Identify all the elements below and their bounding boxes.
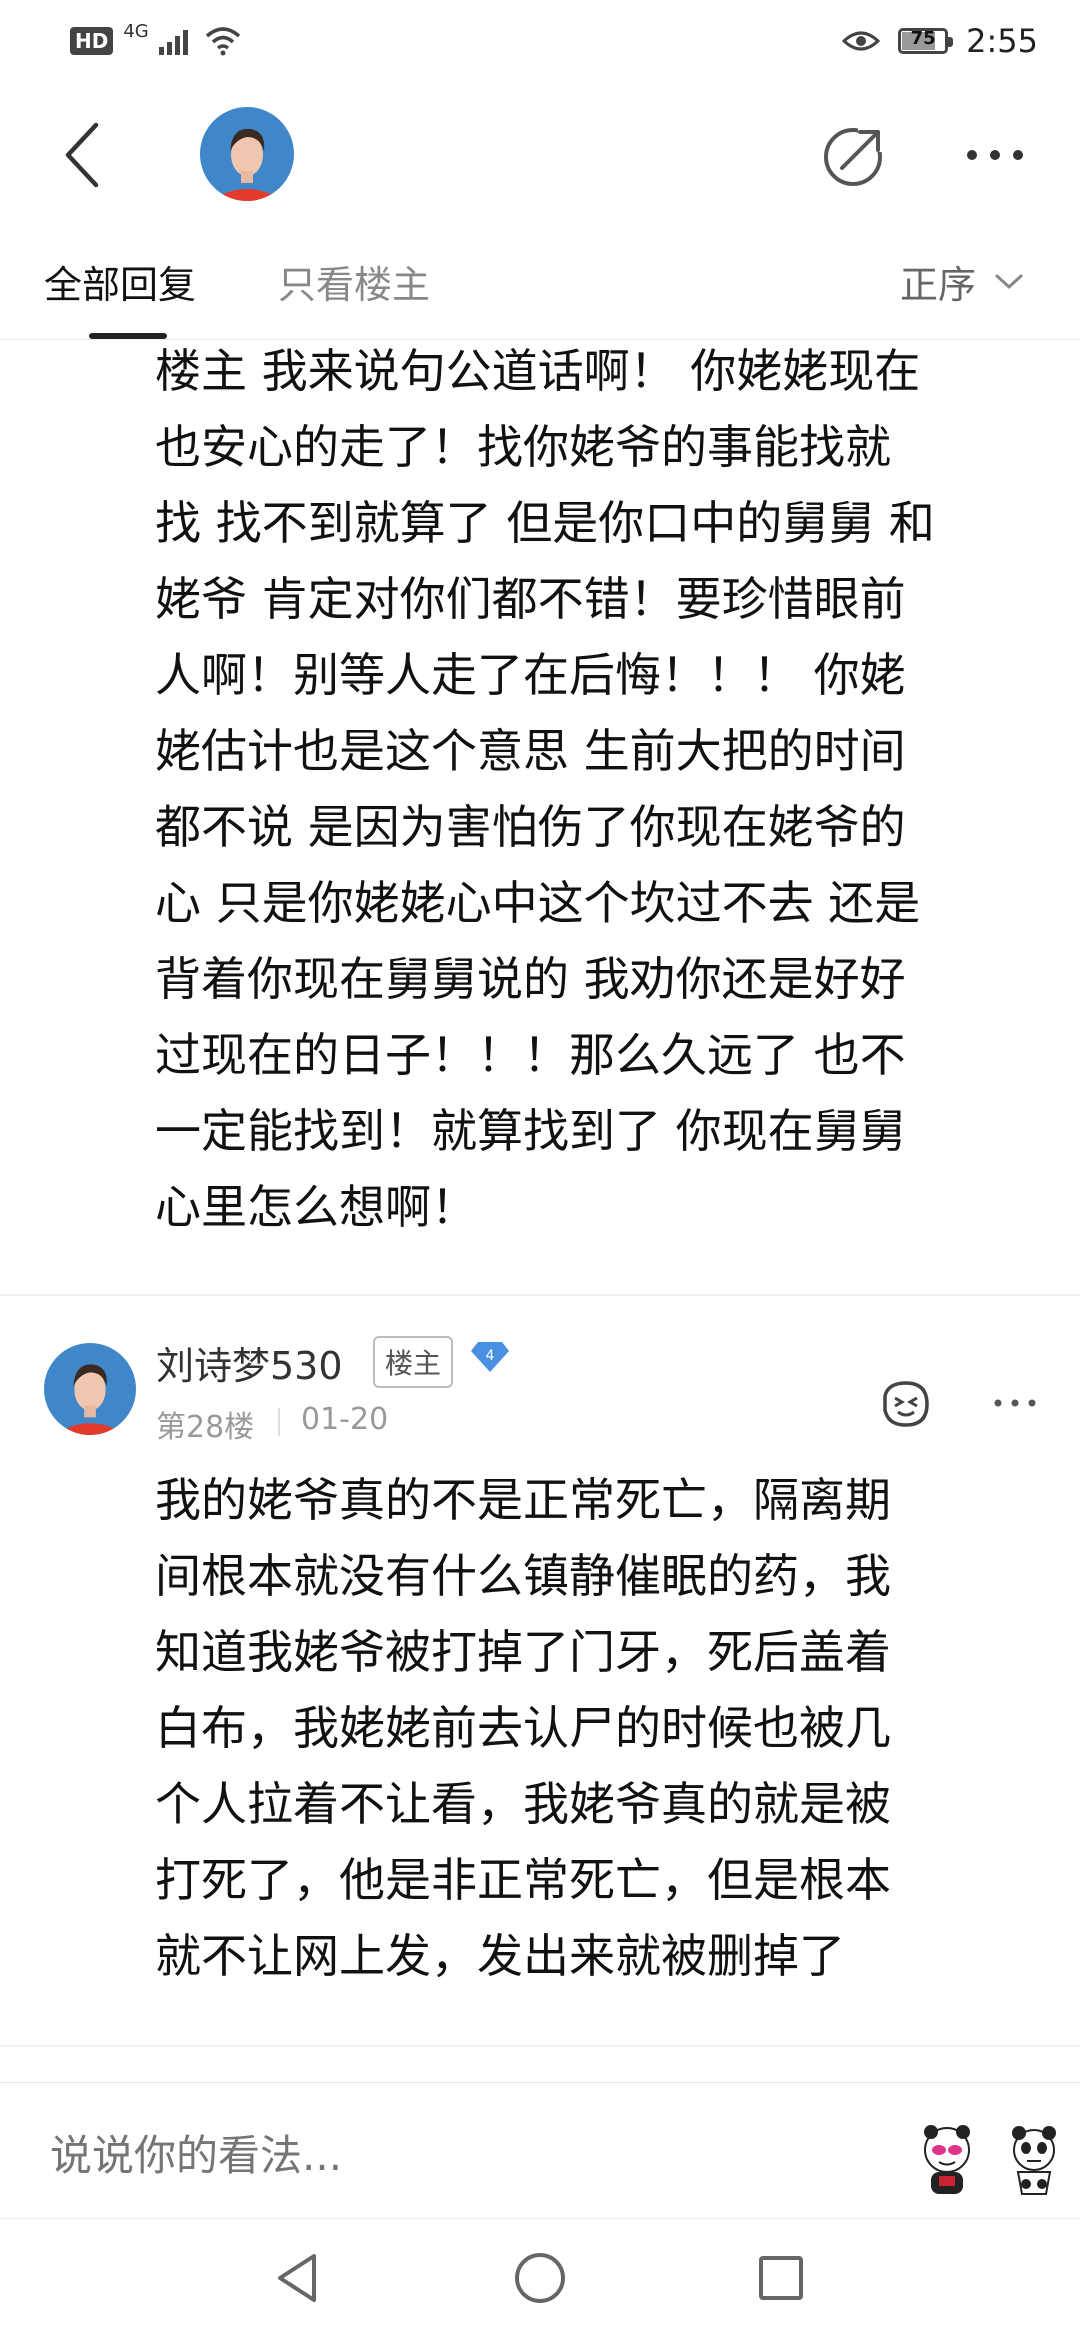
thread-owner-avatar[interactable]	[200, 107, 294, 201]
more-icon	[994, 1399, 1036, 1407]
reply-divider	[0, 1294, 1080, 1296]
reply-button[interactable]	[880, 1378, 932, 1430]
reply-username[interactable]: 刘诗梦530	[156, 1335, 343, 1390]
back-button[interactable]	[52, 115, 112, 195]
circle-home-icon	[515, 2253, 565, 2303]
clock: 2:55	[966, 22, 1038, 60]
battery-icon: 75	[898, 28, 954, 54]
tab-owner-only[interactable]: 只看楼主	[278, 254, 430, 309]
thread-owner-badge: 楼主	[373, 1336, 454, 1388]
chevron-down-icon	[995, 274, 1023, 289]
user-level-badge: 4	[470, 1340, 510, 1374]
sort-order-button[interactable]: 正序	[900, 254, 1024, 309]
diamond-level-icon: 4	[471, 1342, 509, 1372]
system-home-button[interactable]	[512, 2250, 568, 2306]
reply-avatar[interactable]	[44, 1343, 136, 1435]
signal-icon	[158, 30, 188, 55]
meta-separator	[278, 1408, 280, 1436]
system-back-button[interactable]	[270, 2248, 330, 2308]
hd-badge: HD	[70, 27, 114, 55]
reply-face-icon	[883, 1381, 929, 1427]
more-icon	[967, 150, 1023, 160]
eye-comfort-icon	[842, 31, 881, 51]
avatar-image	[44, 1343, 136, 1435]
nav-divider	[0, 2218, 1080, 2219]
system-recents-button[interactable]	[755, 2252, 807, 2304]
reply-divider	[0, 2045, 1080, 2047]
sticker-shortcuts[interactable]	[900, 2115, 1080, 2225]
reply-text: 楼主 我来说句公道话啊！ 你姥姥现在 也安心的走了！找你姥爷的事能找就 找 找不…	[155, 344, 935, 1234]
comment-input[interactable]	[50, 2110, 870, 2200]
reply-date: 01-20	[301, 1402, 389, 1437]
floor-number: 第28楼	[156, 1410, 255, 1445]
battery-level: 75	[910, 28, 936, 49]
more-options-button[interactable]	[960, 135, 1030, 175]
reply-text: 我的姥爷真的不是正常死亡，隔离期 间根本就没有什么镇静催眠的药，我 知道我姥爷被…	[155, 1473, 891, 1983]
avatar-image	[200, 107, 294, 201]
tab-all-replies[interactable]: 全部回复	[44, 254, 196, 309]
sort-label: 正序	[900, 263, 977, 307]
wifi-icon	[205, 27, 240, 56]
reply-more-button[interactable]	[990, 1393, 1040, 1413]
back-arrow-icon	[65, 122, 99, 188]
level-number: 4	[486, 1348, 495, 1364]
comment-bar-divider	[0, 2082, 1080, 2083]
triangle-back-icon	[278, 2254, 316, 2302]
network-type: 4G	[123, 20, 149, 42]
square-recents-icon	[759, 2256, 803, 2300]
panda-sticker-icon	[924, 2125, 1056, 2195]
status-bar: HD 4G 75 2:55	[0, 0, 1080, 90]
share-button[interactable]	[820, 120, 890, 190]
share-icon	[824, 122, 888, 186]
